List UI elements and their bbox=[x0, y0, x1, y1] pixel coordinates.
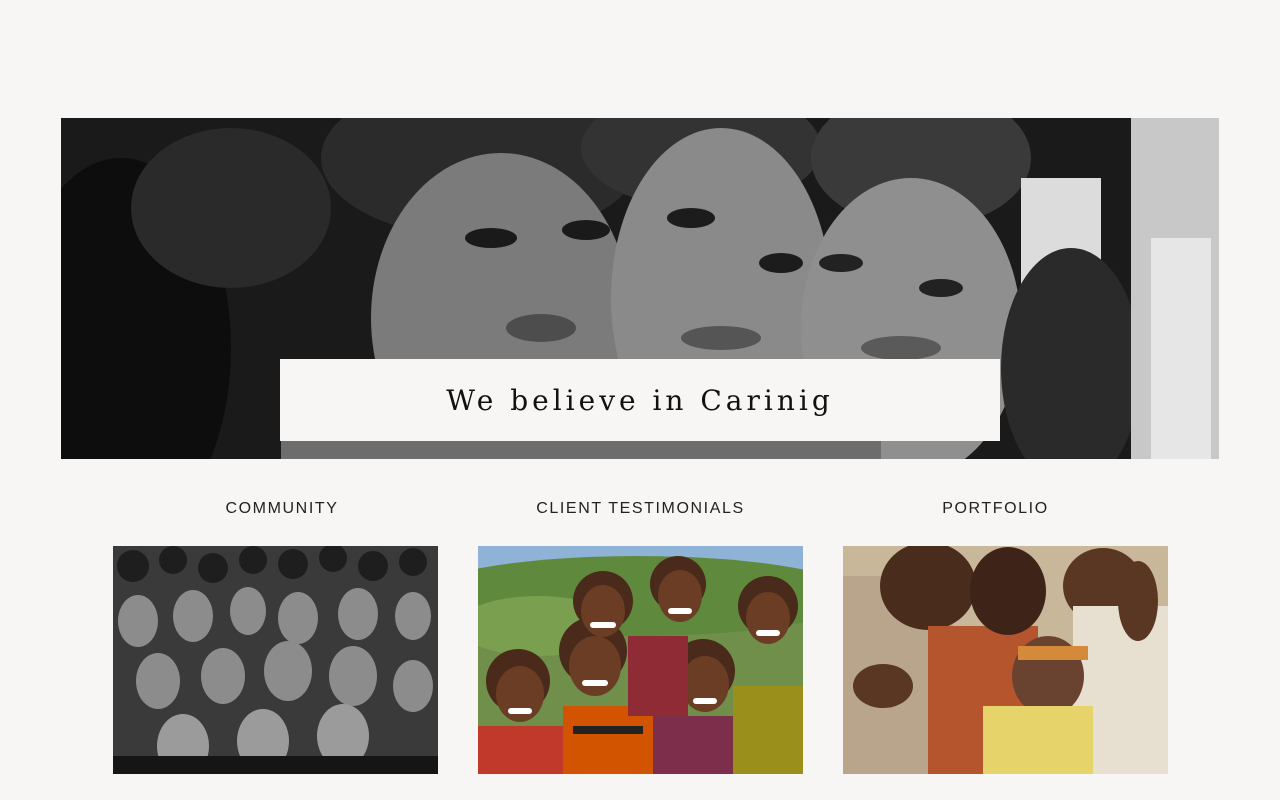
family-hug-photo-icon bbox=[843, 546, 1168, 774]
client-testimonials-card[interactable] bbox=[478, 546, 803, 774]
community-card[interactable] bbox=[113, 546, 438, 774]
smiling-children-photo-icon bbox=[478, 546, 803, 774]
client-testimonials-title[interactable]: CLIENT TESTIMONIALS bbox=[478, 500, 803, 524]
portfolio-card[interactable] bbox=[843, 546, 1168, 774]
hero-banner: We believe in Carinig bbox=[61, 118, 1219, 459]
community-title[interactable]: COMMUNITY bbox=[113, 500, 451, 524]
crowd-photo-icon bbox=[113, 546, 438, 774]
page: We believe in Carinig COMMUNITY CLIENT T… bbox=[0, 0, 1280, 800]
portfolio-title[interactable]: PORTFOLIO bbox=[843, 500, 1148, 524]
hero-caption-box: We believe in Carinig bbox=[280, 359, 1000, 441]
hero-caption-text: We believe in Carinig bbox=[446, 383, 834, 417]
